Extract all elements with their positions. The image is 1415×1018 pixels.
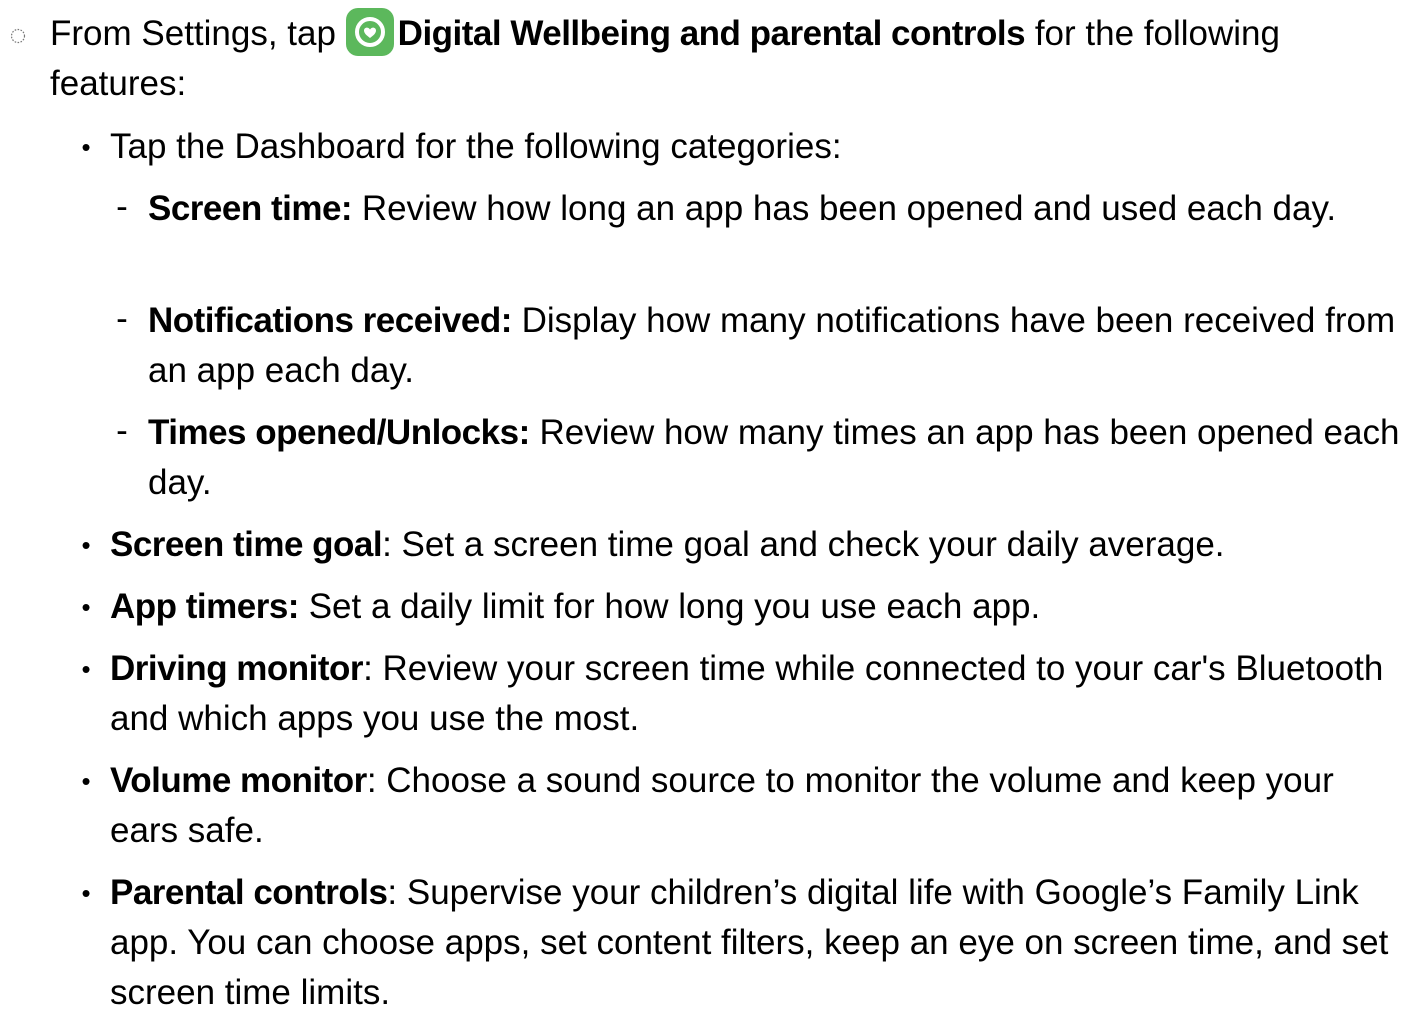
item-term: Volume monitor — [110, 761, 367, 800]
digital-wellbeing-app-icon — [345, 8, 394, 56]
step-circle-icon — [10, 28, 26, 44]
sub-item-screen-time: - Screen time: Review how long an app ha… — [116, 184, 1408, 234]
dash-marker: - — [116, 187, 128, 226]
item-text: : Set a screen time goal and check your … — [382, 525, 1225, 564]
item-term: Notifications received: — [148, 301, 512, 340]
item-text: Set a daily limit for how long you use e… — [298, 587, 1041, 626]
item-term: Parental controls — [110, 873, 388, 912]
item-text: Review how long an app has been opened a… — [352, 189, 1337, 228]
bullet-marker: • — [81, 766, 91, 796]
sub-item-notifications-received: - Notifications received: Display how ma… — [116, 296, 1408, 396]
bullet-marker: • — [81, 592, 91, 622]
item-term: Times opened/Unlocks: — [148, 413, 530, 452]
app-name: Digital Wellbeing and parental controls — [397, 14, 1026, 53]
bullet-marker: • — [81, 878, 91, 908]
list-item-screen-time-goal: • Screen time goal: Set a screen time go… — [81, 520, 1400, 570]
item-term: Screen time: — [148, 189, 353, 228]
item-term: App timers: — [110, 587, 299, 626]
sub-item-times-opened: - Times opened/Unlocks: Review how many … — [116, 408, 1408, 508]
dash-marker: - — [116, 299, 128, 338]
list-item-app-timers: • App timers: Set a daily limit for how … — [81, 582, 1400, 632]
intro-prefix: From Settings, tap — [50, 14, 346, 53]
list-item-driving-monitor: • Driving monitor: Review your screen ti… — [81, 644, 1400, 744]
bullet-marker: • — [81, 530, 91, 560]
instruction-page: From Settings, tap Digital Wellbeing and… — [0, 0, 1415, 1012]
item-term: Screen time goal — [110, 525, 383, 564]
bullet-marker: • — [81, 654, 91, 684]
list-item-volume-monitor: • Volume monitor: Choose a sound source … — [81, 756, 1400, 856]
intro-paragraph: From Settings, tap Digital Wellbeing and… — [50, 8, 1400, 109]
list-item-dashboard: • Tap the Dashboard for the following ca… — [81, 122, 1400, 172]
item-term: Driving monitor — [110, 649, 364, 688]
list-item-parental-controls: • Parental controls: Supervise your chil… — [81, 868, 1400, 1018]
bullet-marker: • — [81, 132, 91, 162]
dash-marker: - — [116, 411, 128, 450]
item-text: Tap the Dashboard for the following cate… — [110, 127, 842, 166]
